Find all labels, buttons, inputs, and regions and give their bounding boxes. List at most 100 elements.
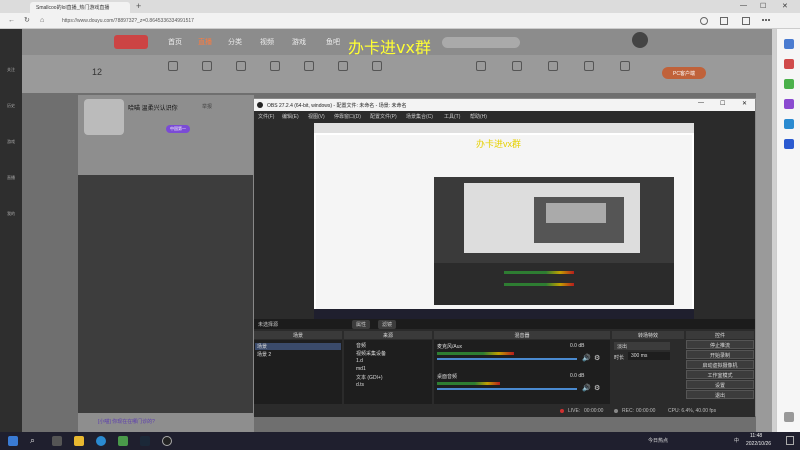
speaker-icon[interactable]: 🔊: [582, 354, 591, 362]
speaker-icon[interactable]: 🔊: [582, 384, 591, 392]
stop-stream-button[interactable]: 停止推流: [686, 340, 754, 349]
menu-scene-collection[interactable]: 场景集合(C): [406, 113, 433, 120]
left-item-live[interactable]: 直播: [2, 175, 20, 181]
sub-item-5[interactable]: [294, 61, 324, 74]
duration-input[interactable]: 300 ms: [628, 352, 670, 360]
shopping-icon[interactable]: [784, 59, 794, 69]
scene-item[interactable]: 场景 2: [255, 351, 341, 358]
obs-close-button[interactable]: ✕: [742, 100, 747, 107]
source-item[interactable]: 视频采集设备: [356, 350, 386, 357]
menu-tools[interactable]: 工具(T): [444, 113, 460, 120]
nav-game[interactable]: 游戏: [292, 37, 306, 47]
clock-time[interactable]: 11:48: [750, 433, 762, 439]
nav-live[interactable]: 直播: [198, 37, 212, 47]
sub-item-2[interactable]: [192, 61, 222, 74]
start-recording-button[interactable]: 开始录制: [686, 350, 754, 359]
url-field[interactable]: https://www.douyu.com/7889732?_z=0.86453…: [62, 16, 322, 26]
source-item[interactable]: 音频: [356, 342, 366, 349]
close-button[interactable]: ✕: [782, 2, 788, 10]
games-icon[interactable]: [784, 99, 794, 109]
gear-icon[interactable]: ⚙: [594, 354, 600, 362]
steam-icon[interactable]: [140, 436, 150, 446]
weather-text[interactable]: 今日热点: [648, 437, 668, 444]
file-explorer-icon[interactable]: [74, 436, 84, 446]
left-item-mine[interactable]: 我的: [2, 211, 20, 217]
search-icon[interactable]: ⌕: [30, 435, 35, 446]
menu-edit[interactable]: 编辑(E): [282, 113, 299, 120]
outlook-icon[interactable]: [784, 139, 794, 149]
browser-tab[interactable]: Smallcoo的lol直播_热门游戏直播: [30, 2, 130, 13]
source-item[interactable]: md1: [356, 366, 366, 372]
store-icon[interactable]: [118, 436, 128, 446]
maximize-button[interactable]: ☐: [760, 2, 766, 10]
properties-button[interactable]: 属性: [352, 320, 371, 329]
sub-item-3[interactable]: [226, 61, 256, 74]
new-tab-button[interactable]: +: [136, 1, 141, 11]
gear-icon[interactable]: ⚙: [594, 384, 600, 392]
menu-profile[interactable]: 配置文件(P): [370, 113, 397, 120]
settings-icon[interactable]: [784, 412, 794, 422]
minimize-button[interactable]: —: [740, 2, 747, 9]
favorites-icon[interactable]: [720, 17, 728, 25]
nav-fishbar[interactable]: 鱼吧: [326, 37, 340, 47]
left-item-follow[interactable]: 关注: [2, 67, 20, 73]
video-player[interactable]: [78, 175, 254, 413]
menu-view[interactable]: 视图(V): [308, 113, 325, 120]
filters-button[interactable]: 滤镜: [378, 320, 397, 329]
obs-taskbar-icon[interactable]: [162, 436, 172, 446]
obs-preview[interactable]: 办卡进vx群: [314, 123, 694, 319]
notification-icon[interactable]: [786, 436, 794, 445]
sub-item-11[interactable]: [574, 61, 604, 74]
nav-video[interactable]: 视频: [260, 37, 274, 47]
sub-item-4[interactable]: [260, 61, 290, 74]
sub-item-8[interactable]: [466, 61, 496, 74]
profile-icon[interactable]: [700, 17, 708, 25]
source-item[interactable]: 文本 (GDI+): [356, 374, 383, 381]
avatar[interactable]: [632, 32, 648, 48]
source-item[interactable]: 1.d: [356, 358, 363, 364]
edge-icon[interactable]: [96, 436, 106, 446]
tools-icon[interactable]: [784, 79, 794, 89]
menu-file[interactable]: 文件(F): [258, 113, 274, 120]
sub-item-10[interactable]: [538, 61, 568, 74]
nav-home[interactable]: 首页: [168, 37, 182, 47]
sub-item-7[interactable]: [362, 61, 392, 74]
office-icon[interactable]: [784, 119, 794, 129]
left-item-history[interactable]: 历史: [2, 103, 20, 109]
clock-date[interactable]: 2022/10/26: [746, 441, 771, 447]
menu-docks[interactable]: 停靠窗口(D): [334, 113, 361, 120]
exit-button[interactable]: 退出: [686, 390, 754, 399]
menu-help[interactable]: 帮助(H): [470, 113, 487, 120]
pc-client-button[interactable]: PC客户端: [662, 67, 706, 79]
site-search-input[interactable]: [442, 37, 520, 48]
sub-item-12[interactable]: [610, 61, 640, 74]
obs-maximize-button[interactable]: ☐: [720, 100, 725, 107]
ime-indicator[interactable]: 中: [734, 437, 739, 444]
nav-category[interactable]: 分类: [228, 37, 242, 47]
site-logo[interactable]: [114, 35, 148, 49]
collections-icon[interactable]: [742, 17, 750, 25]
virtual-camera-button[interactable]: 启动虚拟摄像机: [686, 360, 754, 369]
back-icon[interactable]: ←: [8, 17, 15, 24]
report-link[interactable]: 举报: [202, 103, 212, 110]
transition-select[interactable]: 淡出: [614, 342, 670, 350]
source-item[interactable]: d.ts: [356, 382, 364, 388]
more-icon[interactable]: [762, 19, 770, 21]
refresh-icon[interactable]: ↻: [24, 17, 30, 24]
sub-item-1[interactable]: [158, 61, 188, 74]
obs-logo-icon: [257, 102, 263, 108]
streamer-avatar[interactable]: [84, 99, 124, 135]
mixer-volume-slider[interactable]: [437, 388, 577, 390]
start-icon[interactable]: [8, 436, 18, 446]
search-icon[interactable]: [784, 39, 794, 49]
studio-mode-button[interactable]: 工作室模式: [686, 370, 754, 379]
sub-item-9[interactable]: [502, 61, 532, 74]
home-icon[interactable]: ⌂: [40, 17, 44, 24]
sub-item-6[interactable]: [328, 61, 358, 74]
left-item-game[interactable]: 游戏: [2, 139, 20, 145]
obs-minimize-button[interactable]: —: [698, 100, 704, 106]
task-view-icon[interactable]: [52, 436, 62, 446]
settings-button[interactable]: 设置: [686, 380, 754, 389]
mixer-volume-slider[interactable]: [437, 358, 577, 360]
scene-item[interactable]: 场景: [255, 343, 341, 350]
